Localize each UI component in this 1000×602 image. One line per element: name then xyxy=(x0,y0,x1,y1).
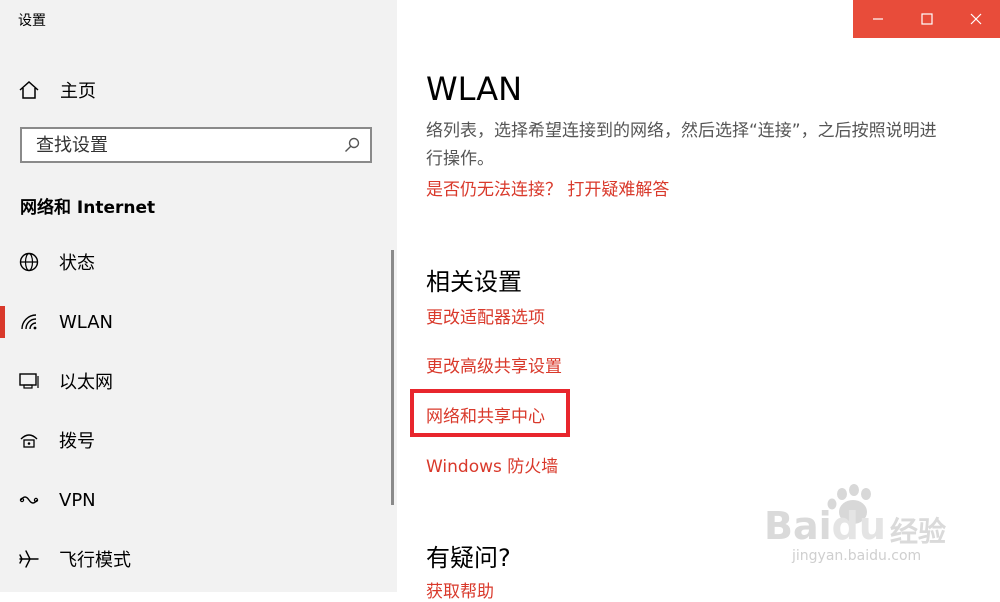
windows-firewall-link[interactable]: Windows 防火墙 xyxy=(426,452,558,477)
vpn-icon xyxy=(19,496,39,504)
maximize-button[interactable] xyxy=(902,0,951,38)
close-icon xyxy=(970,13,981,25)
description-line: 络列表，选择希望连接到的网络，然后选择“连接”，之后按照说明进 xyxy=(426,121,937,141)
troubleshoot-link[interactable]: 是否仍无法连接？ 打开疑难解答 xyxy=(426,175,669,200)
page-title: WLAN xyxy=(426,70,523,108)
home-nav-item[interactable]: 主页 xyxy=(18,78,96,102)
sidebar-item-label: 飞行模式 xyxy=(59,550,131,571)
get-help-link[interactable]: 获取帮助 xyxy=(426,577,494,602)
sidebar-item-vpn[interactable]: VPN xyxy=(0,480,390,520)
watermark-brand: Bai xyxy=(764,504,832,548)
description-line: 行操作。 xyxy=(426,149,494,169)
sidebar-item-wlan[interactable]: WLAN xyxy=(0,302,390,342)
search-icon[interactable] xyxy=(344,137,360,153)
watermark-url: jingyan.baidu.com xyxy=(792,548,922,564)
baidu-watermark: Baidu 经验 jingyan.baidu.com xyxy=(758,482,958,572)
minimize-button[interactable] xyxy=(853,0,902,38)
sidebar-item-airplane-mode[interactable]: 飞行模式 xyxy=(0,539,390,579)
window-controls xyxy=(853,0,1000,38)
watermark-brand2: du xyxy=(831,504,886,548)
sidebar-item-status[interactable]: 状态 xyxy=(0,242,390,282)
home-icon xyxy=(19,80,39,99)
close-button[interactable] xyxy=(951,0,1000,38)
globe-icon xyxy=(19,252,39,272)
sidebar-item-label: 以太网 xyxy=(59,372,113,393)
sidebar: 设置 主页 网络和 Internet 状态 WLAN 以太网 拨号 VPN 飞行… xyxy=(0,0,397,592)
sidebar-scrollbar[interactable] xyxy=(391,250,394,505)
selected-indicator xyxy=(0,306,5,338)
related-settings-heading: 相关设置 xyxy=(426,268,522,296)
minimize-icon xyxy=(872,18,883,20)
highlight-box xyxy=(410,389,570,437)
window-title: 设置 xyxy=(18,13,46,29)
question-heading: 有疑问? xyxy=(426,544,511,572)
wifi-icon xyxy=(21,314,37,330)
sidebar-item-ethernet[interactable]: 以太网 xyxy=(0,361,390,401)
section-title: 网络和 Internet xyxy=(20,198,156,218)
ethernet-icon xyxy=(19,373,39,389)
sidebar-item-label: 拨号 xyxy=(59,431,95,452)
sidebar-item-label: 状态 xyxy=(59,253,95,274)
home-label: 主页 xyxy=(60,81,96,102)
sidebar-item-dialup[interactable]: 拨号 xyxy=(0,420,390,460)
dialup-icon xyxy=(20,434,38,448)
search-box[interactable] xyxy=(20,127,372,163)
search-input[interactable] xyxy=(22,129,336,161)
page-description: 络列表，选择希望连接到的网络，然后选择“连接”，之后按照说明进 行操作。 xyxy=(426,117,986,173)
watermark-brand-cn: 经验 xyxy=(890,515,947,548)
maximize-icon xyxy=(920,13,933,25)
airplane-icon xyxy=(19,550,39,568)
change-adapter-options-link[interactable]: 更改适配器选项 xyxy=(426,303,545,328)
sidebar-item-label: VPN xyxy=(59,489,96,511)
advanced-sharing-settings-link[interactable]: 更改高级共享设置 xyxy=(426,352,562,377)
sidebar-item-label: WLAN xyxy=(59,311,114,333)
